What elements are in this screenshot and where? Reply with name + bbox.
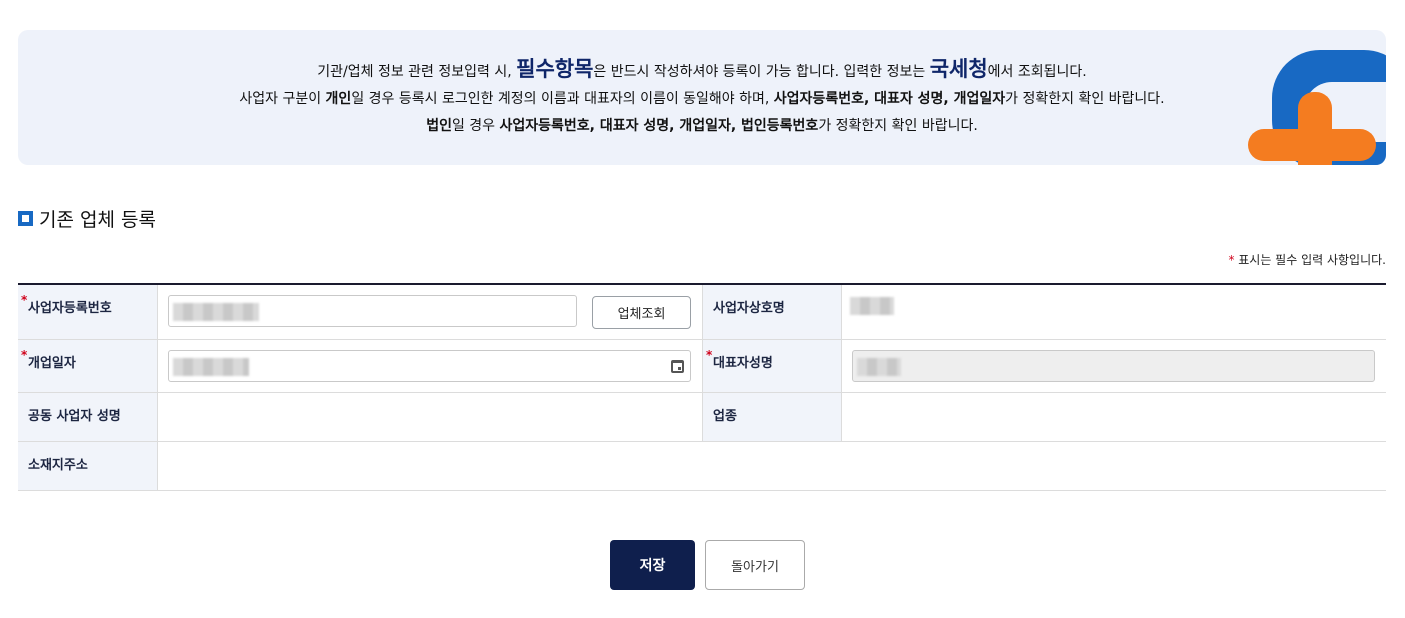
industry-label: 업종 bbox=[713, 409, 737, 424]
biz-name-cell bbox=[842, 285, 1386, 339]
required-star: * bbox=[706, 348, 713, 362]
notice-text-segment: 가 정확한지 확인 바랍니다. bbox=[818, 118, 978, 134]
biz-name-header: 사업자상호명 bbox=[702, 285, 842, 339]
rep-name-input[interactable] bbox=[852, 350, 1375, 382]
notice-highlight-required: 필수항목 bbox=[516, 57, 594, 81]
notice-text-segment: 기관/업체 정보 관련 정보입력 시, bbox=[317, 64, 517, 80]
notice-highlight-nts: 국세청 bbox=[929, 57, 988, 81]
open-date-input[interactable] bbox=[168, 350, 691, 382]
notice-bold: 법인 bbox=[426, 118, 452, 134]
required-note: * 표시는 필수 입력 사항입니다. bbox=[1228, 251, 1386, 268]
notice-bold: 개인 bbox=[325, 91, 352, 107]
form-row: * 사업자등록번호 업체조회 사업자상호명 bbox=[18, 285, 1386, 340]
notice-text-segment: 일 경우 bbox=[451, 118, 500, 134]
masked-value bbox=[173, 358, 249, 376]
back-button[interactable]: 돌아가기 bbox=[705, 540, 805, 590]
biz-reg-no-cell: 업체조회 bbox=[158, 285, 702, 339]
industry-header: 업종 bbox=[702, 393, 842, 441]
calendar-icon[interactable] bbox=[671, 360, 684, 373]
registration-form: * 사업자등록번호 업체조회 사업자상호명 * 개업일자 * 대표자성명 공동 … bbox=[18, 283, 1386, 491]
notice-line-1: 기관/업체 정보 관련 정보입력 시, 필수항목은 반드시 작성하셔야 등록이 … bbox=[18, 56, 1386, 86]
rep-name-cell bbox=[842, 340, 1386, 392]
biz-name-label: 사업자상호명 bbox=[713, 301, 785, 316]
joint-rep-header: 공동 사업자 성명 bbox=[18, 393, 158, 441]
form-row: * 개업일자 * 대표자성명 bbox=[18, 340, 1386, 393]
notice-text-segment: 은 반드시 작성하셔야 등록이 가능 합니다. 입력한 정보는 bbox=[593, 64, 930, 80]
required-star: * bbox=[21, 293, 28, 307]
section-title: 기존 업체 등록 bbox=[18, 205, 156, 232]
address-header: 소재지주소 bbox=[18, 442, 158, 490]
open-date-cell bbox=[158, 340, 702, 392]
notice-line-2: 사업자 구분이 개인일 경우 등록시 로그인한 계정의 이름과 대표자의 이름이… bbox=[18, 86, 1386, 113]
notice-banner: 기관/업체 정보 관련 정보입력 시, 필수항목은 반드시 작성하셔야 등록이 … bbox=[18, 30, 1386, 165]
rep-name-label: 대표자성명 bbox=[713, 356, 773, 371]
notice-line-3: 법인일 경우 사업자등록번호, 대표자 성명, 개업일자, 법인등록번호가 정확… bbox=[18, 113, 1386, 140]
masked-value bbox=[173, 303, 259, 321]
decorative-plus-icon bbox=[1248, 50, 1386, 165]
joint-rep-label: 공동 사업자 성명 bbox=[28, 409, 121, 424]
open-date-label: 개업일자 bbox=[28, 356, 76, 371]
save-button[interactable]: 저장 bbox=[610, 540, 695, 590]
company-lookup-button[interactable]: 업체조회 bbox=[592, 296, 691, 329]
notice-bold: 사업자등록번호, 대표자 성명, 개업일자, 법인등록번호 bbox=[499, 118, 819, 134]
open-date-header: * 개업일자 bbox=[18, 340, 158, 392]
form-row: 소재지주소 bbox=[18, 442, 1386, 491]
notice-text-segment: 일 경우 등록시 로그인한 계정의 이름과 대표자의 이름이 동일해야 하며, bbox=[351, 91, 774, 107]
notice-text-segment: 에서 조회됩니다. bbox=[987, 64, 1087, 80]
required-note-text: 표시는 필수 입력 사항입니다. bbox=[1234, 253, 1386, 267]
joint-rep-cell bbox=[158, 393, 702, 441]
notice-bold: 사업자등록번호, 대표자 성명, 개업일자 bbox=[773, 91, 1006, 107]
rep-name-header: * 대표자성명 bbox=[702, 340, 842, 392]
masked-value bbox=[857, 358, 901, 376]
address-cell bbox=[158, 442, 1386, 490]
notice-text-segment: 가 정확한지 확인 바랍니다. bbox=[1005, 91, 1165, 107]
biz-reg-no-header: * 사업자등록번호 bbox=[18, 285, 158, 339]
square-bullet-icon bbox=[18, 211, 33, 226]
notice-text: 기관/업체 정보 관련 정보입력 시, 필수항목은 반드시 작성하셔야 등록이 … bbox=[18, 56, 1386, 140]
address-label: 소재지주소 bbox=[28, 458, 88, 473]
masked-value bbox=[850, 297, 894, 315]
required-star: * bbox=[21, 348, 28, 362]
biz-reg-no-input[interactable] bbox=[168, 295, 577, 327]
industry-cell bbox=[842, 393, 1386, 441]
form-row: 공동 사업자 성명 업종 bbox=[18, 393, 1386, 442]
section-title-text: 기존 업체 등록 bbox=[39, 209, 156, 231]
biz-reg-no-label: 사업자등록번호 bbox=[28, 301, 112, 316]
notice-text-segment: 사업자 구분이 bbox=[239, 91, 326, 107]
